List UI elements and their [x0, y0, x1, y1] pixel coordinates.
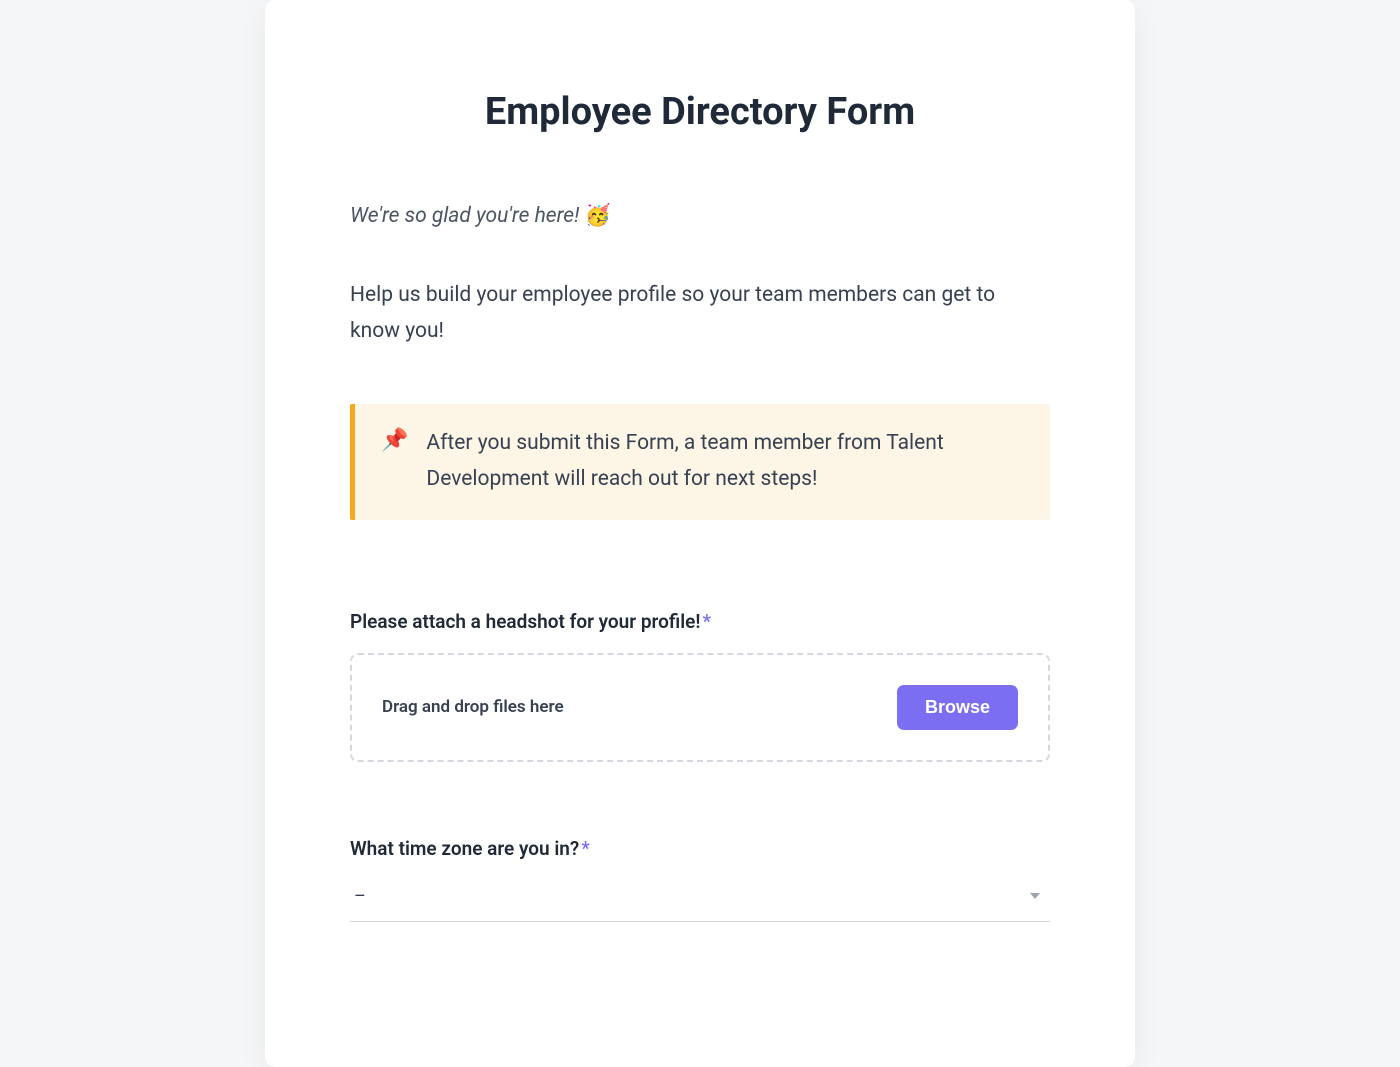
party-face-emoji: 🥳: [585, 204, 611, 228]
page-background: Employee Directory Form We're so glad yo…: [0, 0, 1400, 1067]
info-callout: 📌 After you submit this Form, a team mem…: [350, 404, 1050, 519]
welcome-message: We're so glad you're here! 🥳: [350, 204, 1050, 228]
timezone-label-text: What time zone are you in?: [350, 837, 579, 860]
form-inner: Employee Directory Form We're so glad yo…: [350, 90, 1050, 922]
timezone-selected-value: –: [354, 886, 366, 907]
timezone-label: What time zone are you in?*: [350, 837, 1050, 860]
dropzone-hint: Drag and drop files here: [382, 697, 564, 717]
headshot-label: Please attach a headshot for your profil…: [350, 610, 1050, 633]
timezone-select[interactable]: –: [350, 880, 1050, 922]
welcome-text: We're so glad you're here!: [350, 204, 585, 228]
chevron-down-icon: [1030, 893, 1040, 899]
form-card: Employee Directory Form We're so glad yo…: [265, 0, 1135, 1067]
browse-button[interactable]: Browse: [897, 685, 1018, 730]
required-indicator: *: [581, 837, 590, 860]
callout-message: After you submit this Form, a team membe…: [426, 426, 1024, 497]
headshot-field: Please attach a headshot for your profil…: [350, 610, 1050, 762]
pushpin-icon: 📌: [381, 426, 408, 457]
file-dropzone[interactable]: Drag and drop files here Browse: [350, 653, 1050, 762]
form-title: Employee Directory Form: [350, 90, 1050, 134]
timezone-field: What time zone are you in?* –: [350, 837, 1050, 922]
required-indicator: *: [702, 610, 711, 633]
headshot-label-text: Please attach a headshot for your profil…: [350, 610, 700, 633]
form-description: Help us build your employee profile so y…: [350, 278, 1050, 349]
